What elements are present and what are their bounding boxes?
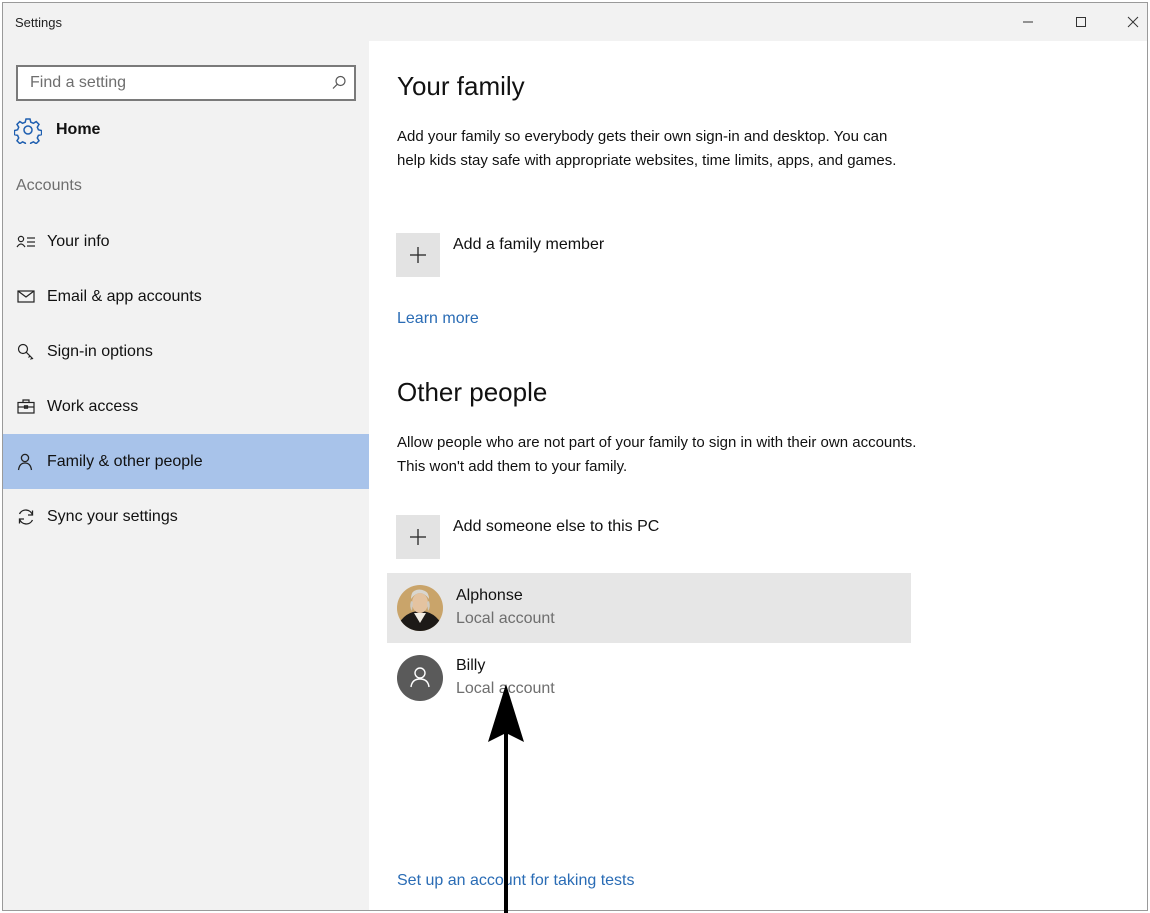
title-bar: Settings — [3, 3, 1147, 41]
avatar-placeholder-icon — [397, 655, 443, 701]
learn-more-link[interactable]: Learn more — [397, 310, 479, 328]
close-button[interactable] — [1108, 3, 1147, 41]
sidebar-item-label: Email & app accounts — [47, 287, 202, 305]
sidebar-item-your-info[interactable]: Your info — [3, 214, 369, 269]
section-label-accounts: Accounts — [16, 177, 82, 194]
add-family-member-label: Add a family member — [453, 236, 605, 253]
callout-arrow — [488, 684, 524, 913]
other-people-heading: Other people — [397, 377, 548, 407]
minimize-icon — [1023, 21, 1033, 23]
search-icon[interactable] — [330, 74, 348, 92]
sidebar-item-label: Sync your settings — [47, 507, 178, 525]
close-icon — [1127, 16, 1139, 28]
person-row-billy[interactable]: Billy Local account — [387, 643, 911, 713]
avatar-photo — [397, 585, 443, 631]
sidebar-item-sync-your-settings[interactable]: Sync your settings — [3, 489, 369, 544]
maximize-icon — [1076, 17, 1086, 27]
person-row-alphonse[interactable]: Alphonse Local account — [387, 573, 911, 643]
key-icon — [15, 341, 37, 363]
briefcase-icon — [15, 396, 37, 418]
person-account-type: Local account — [456, 610, 555, 627]
sync-icon — [15, 506, 37, 528]
sidebar-item-sign-in-options[interactable]: Sign-in options — [3, 324, 369, 379]
other-people-description: Allow people who are not part of your fa… — [397, 434, 917, 475]
sidebar-item-work-access[interactable]: Work access — [3, 379, 369, 434]
search-box — [16, 65, 356, 101]
sidebar-item-label: Family & other people — [47, 452, 203, 470]
person-icon — [15, 451, 37, 473]
home-label: Home — [56, 121, 101, 138]
add-someone-else-button[interactable]: Add someone else to this PC — [396, 515, 659, 559]
gear-icon — [13, 115, 43, 145]
sidebar-item-family-other-people[interactable]: Family & other people — [3, 434, 369, 489]
plus-icon — [396, 233, 440, 277]
your-family-heading: Your family — [397, 71, 525, 101]
settings-window: Settings Find a setting Home Accounts Yo… — [2, 2, 1148, 911]
sidebar-item-label: Your info — [47, 232, 110, 250]
your-info-icon — [15, 231, 37, 253]
sidebar-item-email-app-accounts[interactable]: Email & app accounts — [3, 269, 369, 324]
add-someone-else-label: Add someone else to this PC — [453, 518, 660, 535]
add-family-member-button[interactable]: Add a family member — [396, 233, 604, 277]
person-name: Billy — [456, 657, 486, 674]
mail-icon — [15, 286, 37, 308]
home-link[interactable]: Home — [13, 113, 100, 147]
person-name: Alphonse — [456, 587, 523, 604]
plus-icon — [396, 515, 440, 559]
sidebar-item-label: Work access — [47, 397, 139, 415]
window-title: Settings — [15, 15, 62, 30]
your-family-description: Add your family so everybody gets their … — [397, 128, 897, 169]
sidebar: Home Accounts Your info Email & app acco… — [3, 41, 369, 910]
search-input[interactable] — [18, 67, 318, 99]
sidebar-item-label: Sign-in options — [47, 342, 153, 360]
minimize-button[interactable] — [1003, 3, 1053, 41]
maximize-button[interactable] — [1056, 3, 1106, 41]
